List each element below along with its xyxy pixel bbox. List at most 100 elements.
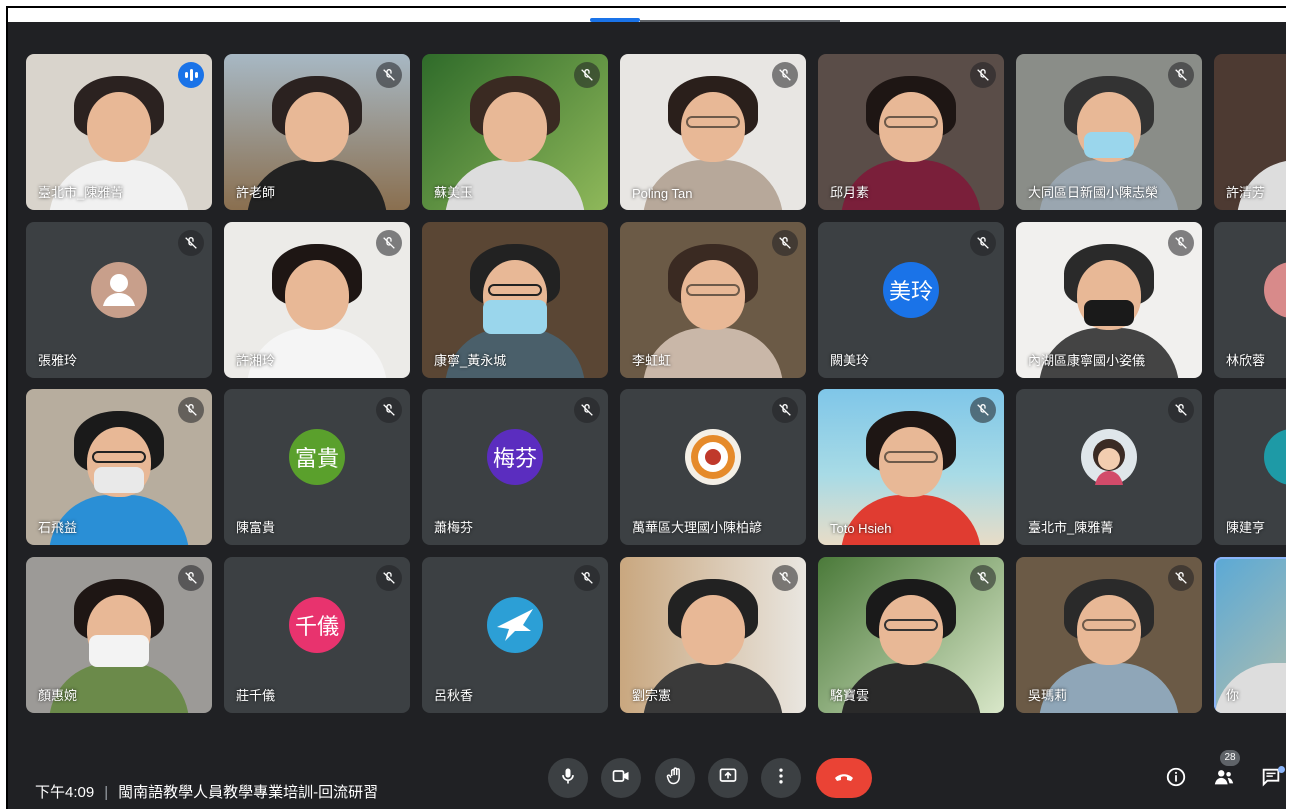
participant-name: 內湖區康寧國小姿儀 <box>1028 353 1146 368</box>
participant-name: 康寧_黃永城 <box>434 353 507 368</box>
participant-tile[interactable]: 康寧_黃永城 <box>422 222 608 378</box>
mic-off-icon <box>772 397 798 423</box>
meeting-separator: | <box>104 784 109 801</box>
participant-tile[interactable]: 蘇美玉 <box>422 54 608 210</box>
participant-name: 蕭梅芬 <box>434 520 474 535</box>
participant-tile[interactable]: 吳瑪莉 <box>1016 557 1202 713</box>
chat-notification-dot <box>1278 766 1285 773</box>
participant-tile[interactable]: 萬華區大理國小陳柏諺 <box>620 389 806 545</box>
initials-avatar: 千儀 <box>289 597 345 653</box>
initials-avatar: 富貴 <box>289 429 345 485</box>
participant-name: 臺北市_陳雅菁 <box>38 185 124 200</box>
participant-tile[interactable]: 許老師 <box>224 54 410 210</box>
meet-window: 臺北市_陳雅菁 許老師 蘇美玉 Poling Tan 邱月素 大同區日新國小陳志… <box>6 6 1286 809</box>
participant-name: 李虹虹 <box>632 353 672 368</box>
participant-tile[interactable]: Toto Hsieh <box>818 389 1004 545</box>
participant-tile[interactable]: 顏惠婉 <box>26 557 212 713</box>
participant-name: 許老師 <box>236 185 276 200</box>
participant-tile[interactable]: 千儀 莊千儀 <box>224 557 410 713</box>
participant-name: 臺北市_陳雅菁 <box>1028 520 1114 535</box>
participant-tile[interactable]: 大同區日新國小陳志榮 <box>1016 54 1202 210</box>
initials-avatar <box>1264 429 1286 485</box>
cartoon-avatar-icon <box>1081 429 1137 485</box>
mic-off-icon <box>1168 397 1194 423</box>
participant-name: 你 <box>1226 688 1240 703</box>
present-icon <box>718 766 738 791</box>
participant-tile[interactable]: 許清芳 <box>1214 54 1286 210</box>
school-logo-icon <box>685 429 741 485</box>
participant-name: 陳建亨 <box>1226 520 1266 535</box>
participant-count-badge: 28 <box>1220 750 1240 766</box>
mic-off-icon <box>772 230 798 256</box>
participant-tile[interactable]: Poling Tan <box>620 54 806 210</box>
participant-name: 顏惠婉 <box>38 688 78 703</box>
participant-name: Poling Tan <box>632 186 693 201</box>
mic-off-icon <box>772 565 798 591</box>
mic-off-icon <box>970 230 996 256</box>
participant-name: 石飛益 <box>38 520 78 535</box>
participant-name: 邱月素 <box>830 185 870 200</box>
mic-off-icon <box>1168 565 1194 591</box>
meeting-info: 下午4:09 | 閩南語教學人員教學專業培訓-回流研習 <box>35 781 378 802</box>
initials-avatar <box>1264 262 1286 318</box>
participant-name: 許清芳 <box>1226 185 1266 200</box>
self-video <box>1214 557 1286 713</box>
participant-tile[interactable]: 梅芬 蕭梅芬 <box>422 389 608 545</box>
participant-tile[interactable]: 內湖區康寧國小姿儀 <box>1016 222 1202 378</box>
default-avatar-icon <box>91 262 147 318</box>
mic-off-icon <box>1168 230 1194 256</box>
participant-tile[interactable]: 富貴 陳富貴 <box>224 389 410 545</box>
camera-icon <box>611 766 631 791</box>
top-divider <box>640 20 840 22</box>
participant-tile[interactable]: 許湘玲 <box>224 222 410 378</box>
participant-tile[interactable]: 石飛益 <box>26 389 212 545</box>
mic-off-icon <box>178 397 204 423</box>
participant-tile[interactable]: 劉宗憲 <box>620 557 806 713</box>
participant-name: 吳瑪莉 <box>1028 688 1068 703</box>
camera-button[interactable] <box>601 758 641 798</box>
raise-hand-button[interactable] <box>655 758 695 798</box>
mic-icon <box>558 766 578 791</box>
mic-off-icon <box>772 62 798 88</box>
mic-off-icon <box>1168 62 1194 88</box>
participant-name: 許湘玲 <box>236 353 276 368</box>
hangup-icon <box>832 764 856 793</box>
participant-tile[interactable]: 呂秋香 <box>422 557 608 713</box>
mic-off-icon <box>178 230 204 256</box>
people-icon <box>1213 766 1235 793</box>
participant-tile[interactable]: 張雅玲 <box>26 222 212 378</box>
mic-off-icon <box>376 62 402 88</box>
self-tile[interactable]: 你 <box>1214 557 1286 713</box>
meeting-title: 閩南語教學人員教學專業培訓-回流研習 <box>118 784 379 801</box>
bird-avatar-icon <box>487 597 543 653</box>
mic-button[interactable] <box>548 758 588 798</box>
participant-name: Toto Hsieh <box>830 521 892 536</box>
mic-off-icon <box>178 565 204 591</box>
mic-off-icon <box>970 565 996 591</box>
participant-tile[interactable]: 臺北市_陳雅菁 <box>26 54 212 210</box>
present-button[interactable] <box>708 758 748 798</box>
mic-off-icon <box>574 62 600 88</box>
mic-off-icon <box>376 565 402 591</box>
more-options-button[interactable] <box>761 758 801 798</box>
mic-off-icon <box>970 62 996 88</box>
participant-name: 大同區日新國小陳志榮 <box>1028 185 1159 200</box>
people-button[interactable] <box>1211 766 1237 792</box>
participant-name: 林欣蓉 <box>1226 353 1266 368</box>
more-options-icon <box>771 766 791 791</box>
audio-bars-icon <box>178 62 204 88</box>
participant-tile[interactable]: 駱寶雲 <box>818 557 1004 713</box>
mic-off-icon <box>376 230 402 256</box>
hangup-button[interactable] <box>816 758 872 798</box>
participant-tile[interactable]: 臺北市_陳雅菁 <box>1016 389 1202 545</box>
mic-off-icon <box>574 565 600 591</box>
meeting-details-button[interactable] <box>1163 766 1189 792</box>
participant-tile[interactable]: 李虹虹 <box>620 222 806 378</box>
initials-avatar: 美玲 <box>883 262 939 318</box>
participant-name: 劉宗憲 <box>632 688 672 703</box>
mic-off-icon <box>376 397 402 423</box>
participant-tile[interactable]: 美玲 闕美玲 <box>818 222 1004 378</box>
participant-tile[interactable]: 陳建亨 <box>1214 389 1286 545</box>
participant-tile[interactable]: 林欣蓉 <box>1214 222 1286 378</box>
participant-tile[interactable]: 邱月素 <box>818 54 1004 210</box>
